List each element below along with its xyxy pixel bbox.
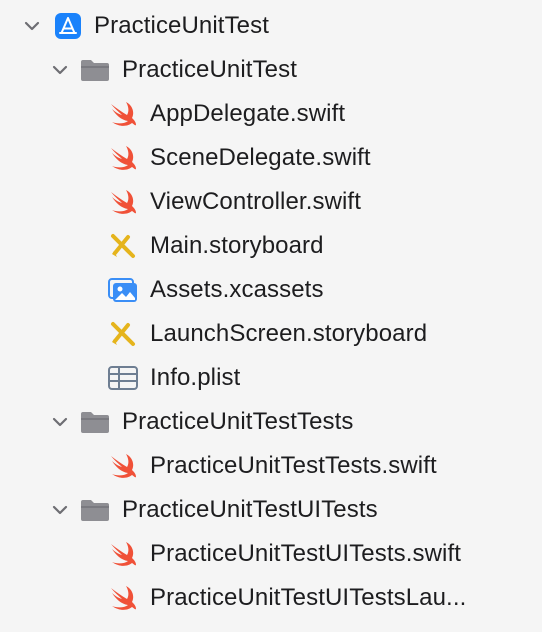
navigator-row-file[interactable]: ViewController.swift [0, 180, 542, 224]
swift-file-icon [108, 585, 138, 611]
navigator-row-file[interactable]: SceneDelegate.swift [0, 136, 542, 180]
group-label: PracticeUnitTestTests [122, 408, 354, 435]
navigator-row-file[interactable]: PracticeUnitTestUITestsLau... [0, 576, 542, 620]
navigator-row-file[interactable]: Assets.xcassets [0, 268, 542, 312]
chevron-down-icon[interactable] [50, 500, 70, 520]
asset-catalog-icon [108, 277, 138, 303]
navigator-row-project[interactable]: PracticeUnitTest [0, 4, 542, 48]
storyboard-file-icon [108, 233, 138, 259]
storyboard-file-icon [108, 321, 138, 347]
file-label: AppDelegate.swift [150, 100, 346, 127]
project-label: PracticeUnitTest [94, 12, 269, 39]
folder-icon [80, 57, 110, 83]
swift-file-icon [108, 101, 138, 127]
file-label: PracticeUnitTestUITests.swift [150, 540, 461, 567]
plist-file-icon [108, 365, 138, 391]
project-navigator: PracticeUnitTest PracticeUnitTest AppDel… [0, 0, 542, 632]
swift-file-icon [108, 541, 138, 567]
folder-icon [80, 497, 110, 523]
file-label: ViewController.swift [150, 188, 361, 215]
file-label: LaunchScreen.storyboard [150, 320, 428, 347]
navigator-row-file[interactable]: LaunchScreen.storyboard [0, 312, 542, 356]
swift-file-icon [108, 145, 138, 171]
file-label: SceneDelegate.swift [150, 144, 371, 171]
navigator-row-file[interactable]: PracticeUnitTestTests.swift [0, 444, 542, 488]
chevron-down-icon[interactable] [50, 412, 70, 432]
group-label: PracticeUnitTestUITests [122, 496, 378, 523]
swift-file-icon [108, 189, 138, 215]
navigator-row-group[interactable]: PracticeUnitTestTests [0, 400, 542, 444]
navigator-row-group[interactable]: PracticeUnitTest [0, 48, 542, 92]
group-label: PracticeUnitTest [122, 56, 297, 83]
chevron-down-icon[interactable] [22, 16, 42, 36]
chevron-down-icon[interactable] [50, 60, 70, 80]
file-label: Info.plist [150, 364, 241, 391]
file-label: Assets.xcassets [150, 276, 324, 303]
xcode-project-icon [54, 12, 82, 40]
navigator-row-file[interactable]: Info.plist [0, 356, 542, 400]
navigator-row-group[interactable]: PracticeUnitTestUITests [0, 488, 542, 532]
file-label: Main.storyboard [150, 232, 324, 259]
navigator-row-file[interactable]: PracticeUnitTestUITests.swift [0, 532, 542, 576]
folder-icon [80, 409, 110, 435]
swift-file-icon [108, 453, 138, 479]
navigator-row-file[interactable]: AppDelegate.swift [0, 92, 542, 136]
file-label: PracticeUnitTestUITestsLau... [150, 584, 467, 611]
file-label: PracticeUnitTestTests.swift [150, 452, 437, 479]
navigator-row-file[interactable]: Main.storyboard [0, 224, 542, 268]
